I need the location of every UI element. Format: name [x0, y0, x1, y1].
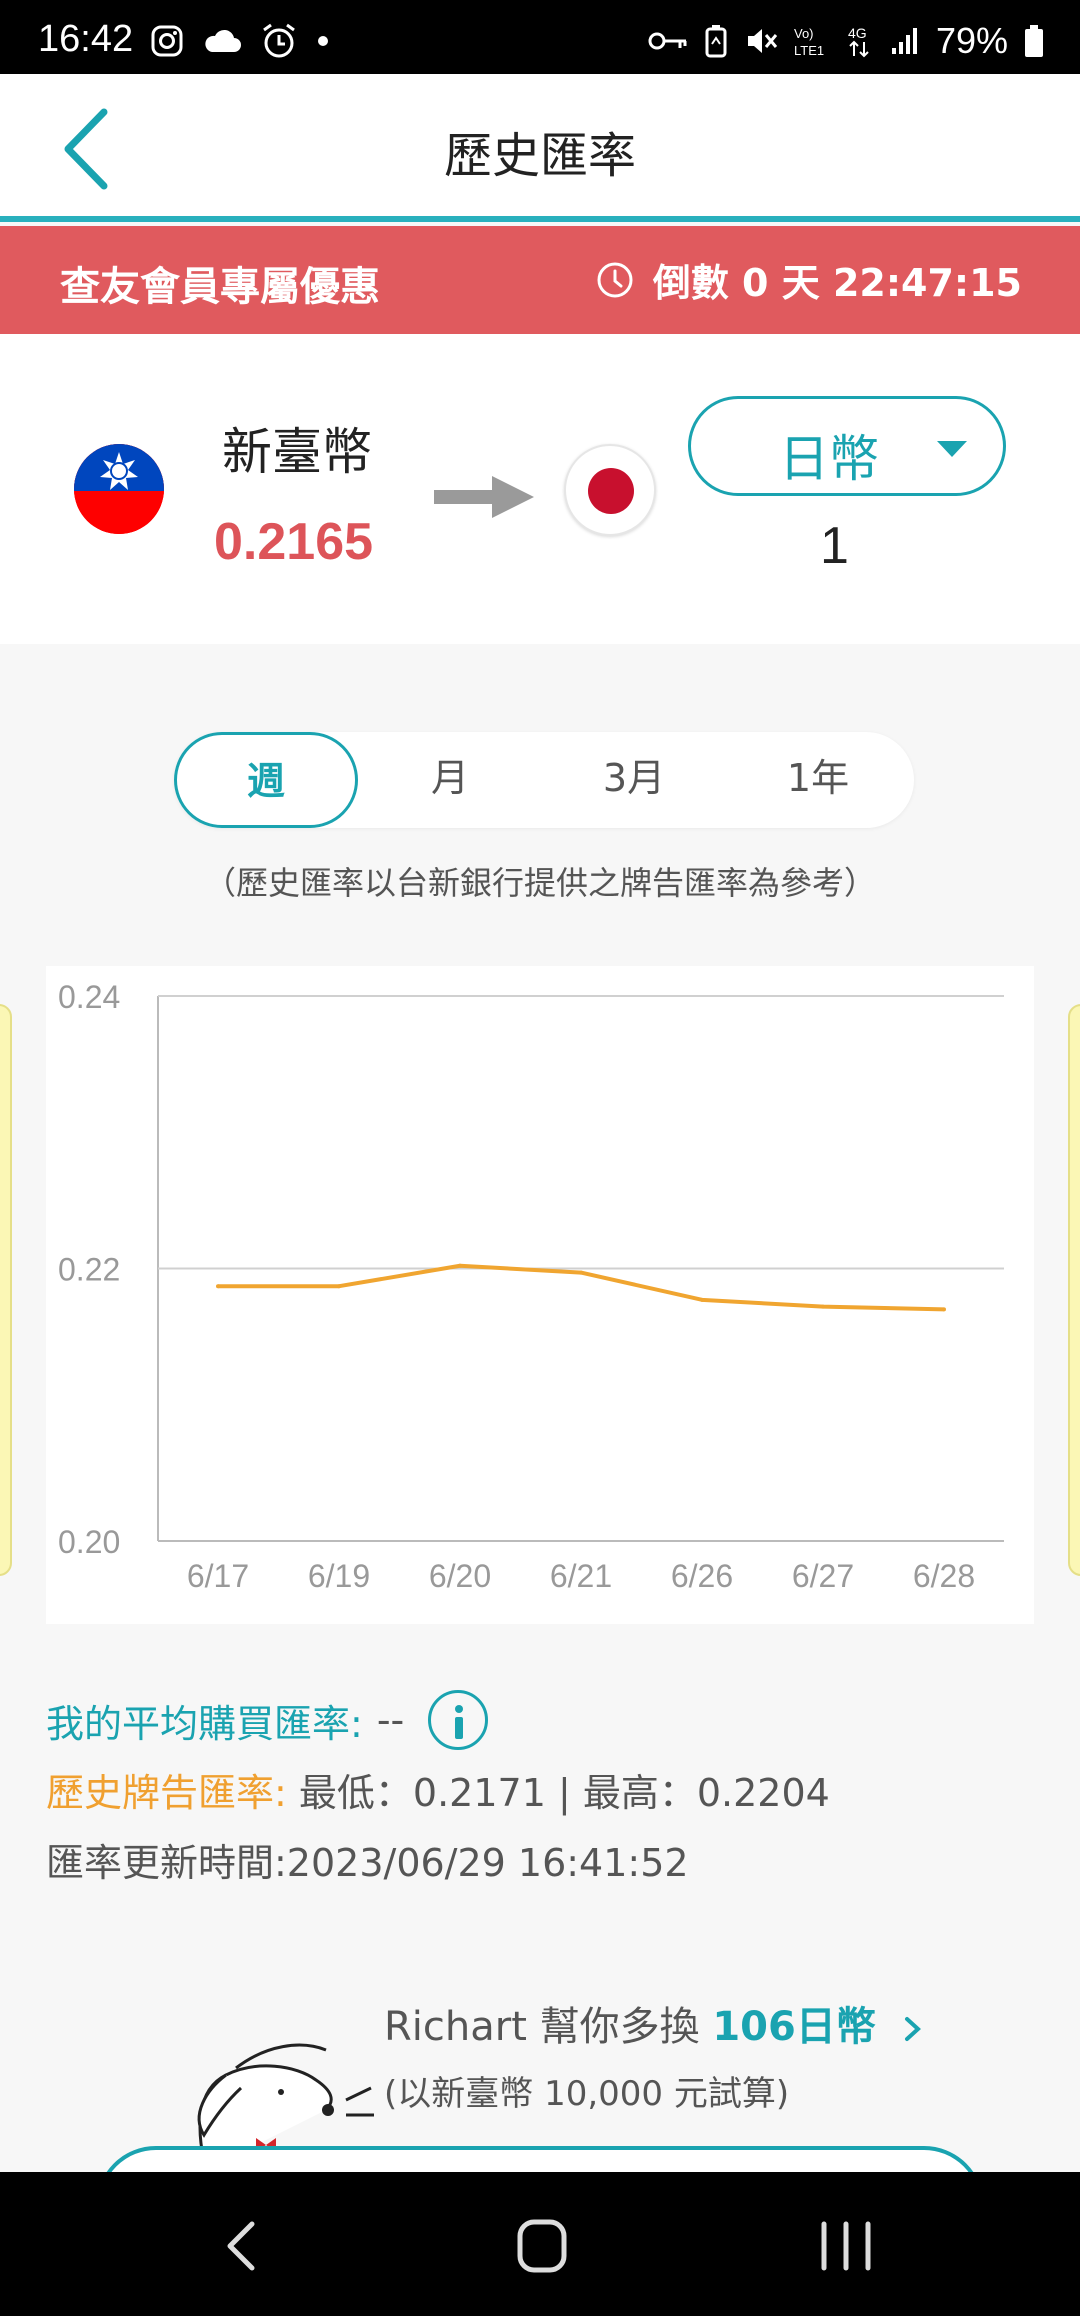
from-currency-value: 0.2165 [214, 513, 374, 571]
to-currency-value: 1 [820, 517, 849, 575]
mute-icon [747, 29, 778, 53]
battery-icon [1025, 25, 1043, 57]
data-point [216, 1284, 220, 1289]
status-time: 16:42 [38, 18, 134, 60]
side-scroll-handle-left[interactable] [0, 1004, 12, 1576]
data-point [942, 1307, 946, 1312]
rate-updated-time: 匯率更新時間:2023/06/29 16:41:52 [46, 1841, 689, 1885]
cloud-icon [205, 29, 241, 52]
richart-promo-sub: (以新臺幣 10,000 元試算) [384, 2074, 790, 2114]
richart-promo[interactable]: Richart 幫你多換 106日幣 (以新臺幣 10,000 元試算) [384, 1994, 925, 2115]
clock-icon [597, 262, 633, 297]
dot-icon [318, 36, 328, 46]
japan-flag-icon [564, 444, 656, 536]
promo-countdown: 倒數 0 天 22:47:15 [595, 252, 1022, 307]
data-point [458, 1263, 462, 1268]
instagram-icon [151, 25, 183, 57]
tab-3-months[interactable]: 3月 [542, 732, 726, 828]
svg-text:4G: 4G [848, 25, 867, 41]
promo-title: 查友會員專屬優惠 [60, 264, 380, 310]
tab-month[interactable]: 月 [358, 732, 542, 828]
avg-rate-value: -- [376, 1698, 405, 1742]
arrow-right-icon [432, 474, 536, 524]
member-promo-banner[interactable]: 查友會員專屬優惠 倒數 0 天 22:47:15 [0, 226, 1080, 334]
tab-1-year[interactable]: 1年 [726, 732, 910, 828]
currency-converter: 新臺幣 0.2165 日幣 1 [0, 334, 1080, 644]
countdown-text: 倒數 0 天 22:47:15 [652, 261, 1022, 305]
svg-text:Vo): Vo) [794, 26, 814, 41]
to-currency-name: 日幣 [779, 430, 879, 488]
history-rate-value: 最低：0.2171 | 最高：0.2204 [298, 1771, 830, 1815]
x-tick-label: 6/26 [671, 1558, 733, 1594]
status-bar: 16:42 Vo) LTE1 4G 79% [0, 0, 1080, 74]
chevron-right-icon [904, 2017, 921, 2041]
rate-chart: 0.24 0.22 0.20 6/17 6/19 6/20 6/21 6/26 6/27 6/28 [46, 966, 1034, 1624]
x-tick-label: 6/17 [187, 1558, 249, 1594]
status-left-icons [150, 22, 330, 60]
tab-week[interactable]: 週 [174, 732, 358, 828]
richart-promo-prefix: Richart 幫你多換 [384, 2004, 713, 2050]
nav-back-icon[interactable] [222, 2218, 262, 2274]
system-nav-bar [0, 2172, 1080, 2316]
page-title: 歷史匯率 [443, 128, 636, 184]
avg-purchase-rate-row: 我的平均購買匯率: -- [46, 1690, 489, 1750]
avg-rate-label: 我的平均購買匯率: [46, 1701, 363, 1746]
history-rate-row: 歷史牌告匯率: 最低：0.2171 | 最高：0.2204 [46, 1762, 830, 1817]
battery-saver-icon [705, 25, 727, 58]
header-divider [0, 216, 1080, 222]
history-rate-label: 歷史牌告匯率: [46, 1771, 287, 1815]
period-tabs: 週 月 3月 1年 [174, 732, 914, 828]
y-tick-label: 0.20 [58, 1524, 120, 1560]
volte-icon: Vo) LTE1 [794, 26, 824, 58]
from-currency-name: 新臺幣 [222, 423, 372, 481]
app-bar: 歷史匯率 [0, 74, 1080, 222]
data-point [700, 1297, 704, 1302]
side-scroll-handle-right[interactable] [1068, 1004, 1080, 1576]
taiwan-flag-icon [74, 444, 164, 534]
x-tick-label: 6/20 [429, 1558, 491, 1594]
data-point [579, 1270, 583, 1275]
data-point [337, 1284, 341, 1289]
battery-percent: 79% [935, 20, 1008, 61]
x-tick-label: 6/19 [308, 1558, 370, 1594]
signal-icon [891, 28, 917, 54]
nav-home-icon[interactable] [516, 2218, 568, 2274]
y-tick-label: 0.24 [58, 979, 120, 1015]
caret-down-icon [937, 441, 967, 457]
data-point [821, 1304, 825, 1309]
info-icon[interactable] [428, 1690, 489, 1750]
x-tick-label: 6/21 [550, 1558, 612, 1594]
x-tick-label: 6/28 [913, 1558, 975, 1594]
y-tick-label: 0.22 [58, 1252, 120, 1288]
vpn-key-icon [648, 32, 687, 50]
4g-icon: 4G [848, 25, 869, 58]
rate-source-note: （歷史匯率以台新銀行提供之牌告匯率為參考） [203, 864, 876, 902]
rate-line-chart: 0.24 0.22 0.20 6/17 6/19 6/20 6/21 6/26 6/27 6/28 [58, 979, 1004, 1594]
to-currency-select[interactable]: 日幣 [688, 396, 1006, 496]
alarm-icon [263, 23, 295, 58]
status-right-icons: Vo) LTE1 4G 79% [648, 20, 1044, 62]
x-tick-label: 6/27 [792, 1558, 854, 1594]
svg-text:LTE1: LTE1 [794, 43, 824, 58]
nav-recents-icon[interactable] [818, 2220, 874, 2272]
richart-promo-amount: 106日幣 [712, 2004, 876, 2050]
